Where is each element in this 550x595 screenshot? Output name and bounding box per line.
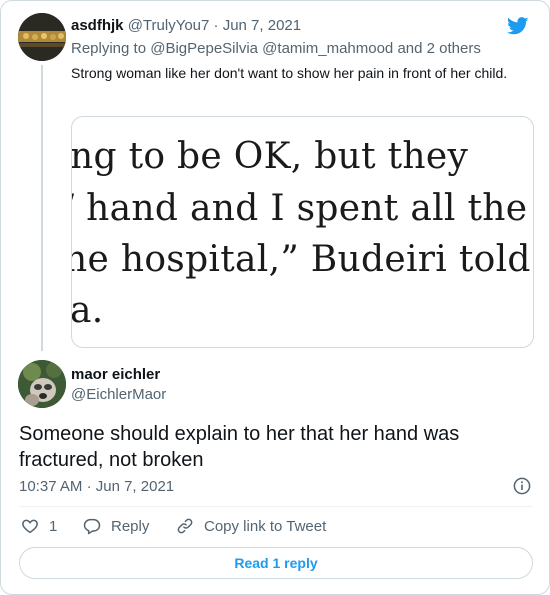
tweet-timestamp[interactable]: 10:37 AM · Jun 7, 2021 [19,478,174,495]
replying-to-line: Replying to @BigPepeSilvia @tamim_mahmoo… [71,40,481,57]
attached-image[interactable]: ng to be OK, but they / hand and I spent… [71,116,534,348]
parent-tweet-header: asdfhjk @TrulyYou7 · Jun 7, 2021 [71,17,301,34]
avatar[interactable] [18,360,66,408]
tweet-actions: 1 Reply Copy link to Tweet [19,517,533,539]
heart-icon [22,519,38,534]
link-icon [177,518,193,534]
replying-prefix: Replying to [71,40,147,57]
parent-display-name[interactable]: asdfhjk [71,17,124,34]
copy-link-button[interactable]: Copy link to Tweet [176,517,326,535]
parent-tweet-text: Strong woman like her don't want to show… [71,65,508,81]
separator: · [213,17,219,34]
image-text-line: he hospital,” Budeiri told [71,239,531,280]
replying-mentions[interactable]: @BigPepeSilvia @tamim_mahmood [150,40,393,57]
like-count: 1 [49,517,58,535]
separator: · [86,478,92,495]
like-button[interactable]: 1 [21,517,57,535]
read-replies-button[interactable]: Read 1 reply [19,547,533,579]
parent-handle[interactable]: @TrulyYou7 [128,17,210,34]
tweet-embed-card: asdfhjk @TrulyYou7 · Jun 7, 2021 Replyin… [0,0,550,595]
image-text-line: ng to be OK, but they [71,136,469,177]
reply-label: Reply [111,517,150,535]
info-icon[interactable] [513,477,531,495]
image-text-line: a. [71,290,104,331]
divider [19,506,533,507]
reply-button[interactable]: Reply [83,517,149,535]
parent-date[interactable]: Jun 7, 2021 [223,17,301,34]
main-handle[interactable]: @EichlerMaor [71,386,166,403]
image-text-line: / hand and I spent all the [71,188,528,229]
reply-bubble-icon [83,518,101,535]
copy-link-label: Copy link to Tweet [204,517,327,535]
tweet-time: 10:37 AM [19,478,83,495]
replying-suffix[interactable]: and 2 others [397,40,480,57]
main-display-name[interactable]: maor eichler [71,366,160,383]
twitter-bird-icon[interactable] [507,17,529,35]
thread-connector [41,65,43,351]
tweet-date: Jun 7, 2021 [95,478,175,495]
avatar[interactable] [18,13,66,61]
main-tweet-text: Someone should explain to her that her h… [19,423,460,471]
